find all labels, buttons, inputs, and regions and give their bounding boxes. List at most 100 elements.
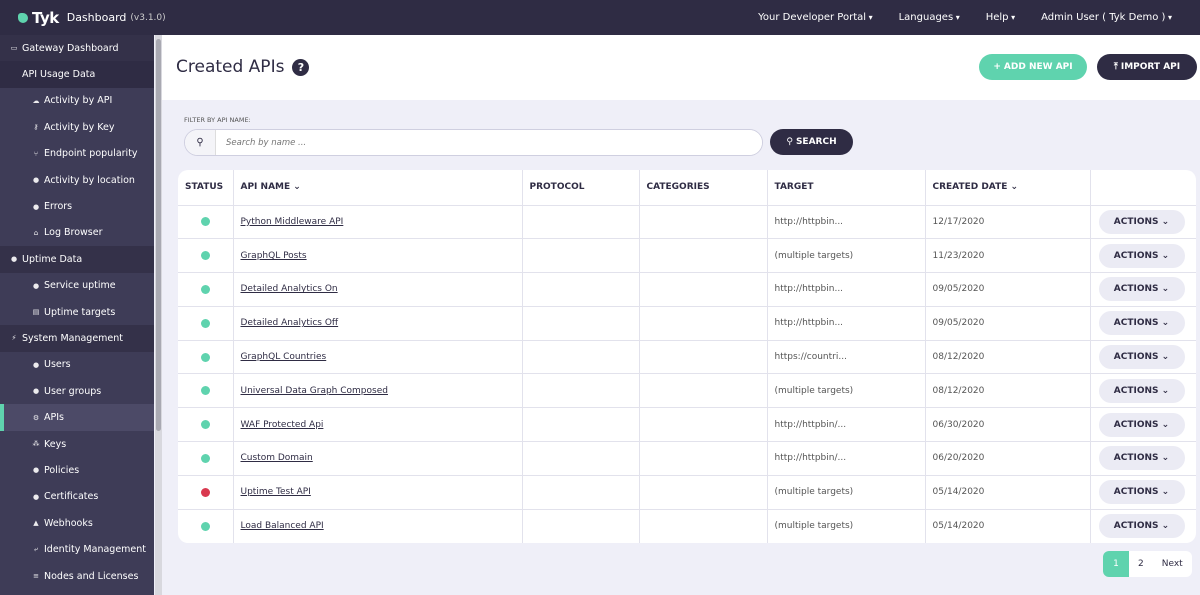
sidebar-item-activity-by-api[interactable]: ☁ Activity by API — [0, 88, 154, 114]
actions-button[interactable]: ACTIONS ⌄ — [1098, 412, 1185, 437]
api-name-link[interactable]: Uptime Test API — [241, 487, 311, 497]
actions-button[interactable]: ACTIONS ⌄ — [1098, 345, 1185, 370]
menu-icon: ● — [32, 466, 40, 475]
app-name: Dashboard — [66, 11, 127, 24]
api-name-link[interactable]: GraphQL Countries — [241, 352, 327, 362]
sidebar-scrollbar[interactable] — [155, 35, 162, 595]
api-name-link[interactable]: GraphQL Posts — [241, 251, 307, 261]
sidebar-item-identity-management[interactable]: ⤶ Identity Management — [0, 536, 154, 562]
actions-cell: ACTIONS ⌄ — [1090, 509, 1196, 543]
user-menu[interactable]: Admin User ( Tyk Demo ) — [1041, 12, 1172, 23]
menu-icon: ⁂ — [32, 440, 40, 449]
api-name-link[interactable]: WAF Protected Api — [241, 420, 324, 430]
import-api-button[interactable]: ⤒ IMPORT API — [1097, 54, 1197, 80]
search-icon: ⚲ — [786, 137, 793, 147]
api-name-link[interactable]: Universal Data Graph Composed — [241, 386, 388, 396]
status-cell — [178, 509, 234, 543]
api-name-link[interactable]: Python Middleware API — [241, 217, 344, 227]
header-created-date[interactable]: CREATED DATE ⌄ — [925, 170, 1091, 206]
tyk-logo[interactable]: Tyk Dashboard (v3.1.0) — [18, 9, 166, 27]
categories-cell — [639, 272, 768, 307]
menu-icon: ▭ — [10, 44, 18, 53]
api-name-link[interactable]: Detailed Analytics On — [241, 284, 338, 294]
scrollbar-thumb[interactable] — [156, 39, 161, 431]
api-name-link[interactable]: Load Balanced API — [241, 521, 324, 531]
sidebar-item-activity-by-key[interactable]: ⚷ Activity by Key — [0, 114, 154, 140]
menu-icon: ☁ — [32, 96, 40, 105]
chevron-down-icon: ⌄ — [293, 182, 301, 193]
top-bar: Tyk Dashboard (v3.1.0) Your Developer Po… — [0, 0, 1200, 35]
sidebar-item-log-browser[interactable]: ⌂ Log Browser — [0, 220, 154, 246]
help-icon[interactable]: ? — [292, 58, 310, 76]
page-1[interactable]: 1 — [1103, 551, 1129, 577]
api-name-cell: Custom Domain — [233, 441, 523, 476]
api-name-cell: Detailed Analytics On — [233, 272, 523, 307]
protocol-cell — [522, 475, 640, 510]
sidebar-item-api-usage-data[interactable]: API Usage Data — [0, 61, 154, 88]
import-label: IMPORT API — [1120, 62, 1181, 72]
sidebar-item-uptime-targets[interactable]: ▤ Uptime targets — [0, 299, 154, 325]
actions-button[interactable]: ACTIONS ⌄ — [1098, 243, 1185, 268]
page-2[interactable]: 2 — [1129, 551, 1153, 577]
api-name-cell: Detailed Analytics Off — [233, 306, 523, 341]
actions-button[interactable]: ACTIONS ⌄ — [1098, 209, 1185, 234]
sidebar-item-label: Activity by API — [44, 95, 113, 107]
sidebar-item-keys[interactable]: ⁂ Keys — [0, 431, 154, 457]
sidebar-item-errors[interactable]: ● Errors — [0, 193, 154, 219]
sidebar-item-users[interactable]: ● Users — [0, 352, 154, 378]
chevron-down-icon: ⌄ — [1161, 216, 1170, 227]
menu-icon: ⚡ — [11, 334, 17, 343]
developer-portal-menu[interactable]: Your Developer Portal — [758, 12, 872, 23]
actions-button[interactable]: ACTIONS ⌄ — [1098, 277, 1185, 302]
sidebar-item-label: Policies — [44, 464, 80, 476]
status-indicator — [200, 487, 210, 497]
target-cell: http://httpbin/... — [767, 441, 926, 476]
search-button[interactable]: ⚲ SEARCH — [770, 129, 853, 155]
sidebar-item-activity-by-location[interactable]: ● Activity by location — [0, 167, 154, 193]
table-row: Load Balanced API (multiple targets) 05/… — [178, 509, 1196, 543]
table-row: GraphQL Posts (multiple targets) 11/23/2… — [178, 238, 1196, 274]
sidebar-item-user-groups[interactable]: ● User groups — [0, 378, 154, 404]
protocol-cell — [522, 306, 640, 341]
sidebar-item-label: Endpoint popularity — [44, 148, 138, 160]
next-page[interactable]: Next — [1153, 551, 1192, 577]
api-name-link[interactable]: Detailed Analytics Off — [241, 318, 339, 328]
created-date-cell: 12/17/2020 — [925, 205, 1091, 240]
categories-cell — [639, 306, 768, 341]
sidebar-item-gateway-dashboard[interactable]: ▭ Gateway Dashboard — [0, 35, 154, 62]
sidebar-item-apis[interactable]: ⚙ APIs — [0, 404, 154, 431]
brand: Tyk — [32, 8, 59, 27]
actions-button[interactable]: ACTIONS ⌄ — [1098, 446, 1185, 471]
protocol-cell — [522, 340, 640, 375]
sidebar-item-webhooks[interactable]: ▲ Webhooks — [0, 510, 154, 536]
search-input[interactable] — [216, 130, 762, 155]
sidebar-item-certificates[interactable]: ● Certificates — [0, 484, 154, 510]
help-menu[interactable]: Help — [986, 12, 1015, 23]
actions-button[interactable]: ACTIONS ⌄ — [1098, 311, 1185, 336]
api-name-cell: GraphQL Posts — [233, 238, 523, 274]
actions-label: ACTIONS — [1113, 216, 1159, 227]
actions-button[interactable]: ACTIONS ⌄ — [1098, 514, 1185, 539]
sidebar-item-uptime-data[interactable]: ● Uptime Data — [0, 246, 154, 273]
status-cell — [178, 272, 234, 307]
sidebar-item-endpoint-popularity[interactable]: ⑂ Endpoint popularity — [0, 141, 154, 167]
sidebar-item-nodes-and-licenses[interactable]: ≡ Nodes and Licenses — [0, 563, 154, 589]
chevron-down-icon: ⌄ — [1161, 284, 1170, 295]
status-cell — [178, 306, 234, 341]
sidebar-item-label: Users — [44, 359, 71, 371]
protocol-cell — [522, 441, 640, 476]
languages-menu[interactable]: Languages — [899, 12, 960, 23]
header-api-name[interactable]: API NAME ⌄ — [233, 170, 523, 206]
api-name-link[interactable]: Custom Domain — [241, 453, 313, 463]
sidebar-item-system-management[interactable]: ⚡ System Management — [0, 325, 154, 352]
menu-icon: ● — [10, 255, 18, 264]
target-cell: http://httpbin/... — [767, 407, 926, 443]
sidebar-item-service-uptime[interactable]: ● Service uptime — [0, 273, 154, 299]
actions-button[interactable]: ACTIONS ⌄ — [1098, 378, 1185, 403]
status-cell — [178, 441, 234, 476]
actions-button[interactable]: ACTIONS ⌄ — [1098, 480, 1185, 505]
add-new-api-button[interactable]: + ADD NEW API — [979, 54, 1087, 80]
header-actions — [1090, 170, 1196, 206]
protocol-cell — [522, 205, 640, 240]
sidebar-item-policies[interactable]: ● Policies — [0, 457, 154, 483]
